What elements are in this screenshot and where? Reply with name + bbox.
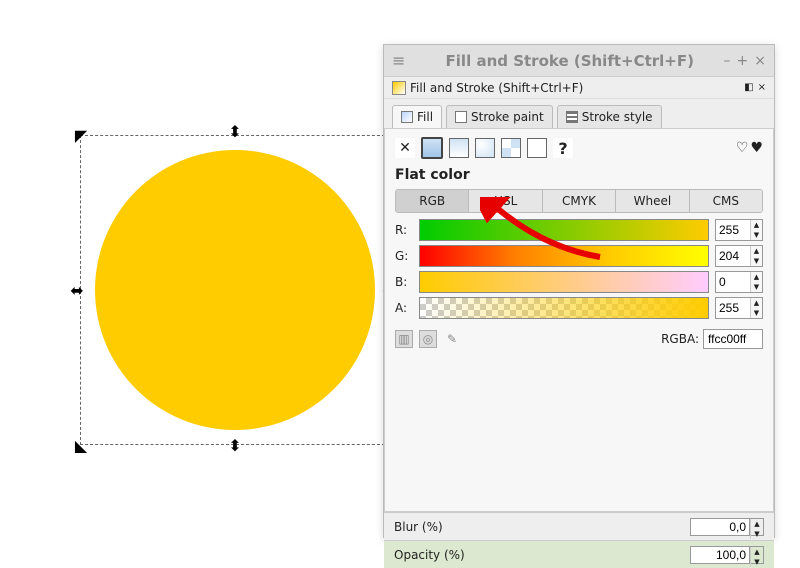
spin-a[interactable]: ▲▼ [715, 297, 763, 319]
stroke-paint-tab-icon [455, 111, 467, 123]
input-a[interactable] [716, 298, 750, 318]
tool-paint-bucket-icon[interactable]: ▥ [395, 330, 413, 348]
handle-sw[interactable]: ◣ [74, 438, 88, 452]
spin-a-down[interactable]: ▼ [750, 308, 762, 318]
spin-r[interactable]: ▲▼ [715, 219, 763, 241]
slider-r[interactable] [419, 219, 709, 241]
slider-b[interactable] [419, 271, 709, 293]
fill-rule-nonzero-icon[interactable]: ♥ [750, 140, 763, 156]
blur-label: Blur (%) [394, 520, 443, 534]
fill-stroke-dialog: ≡ Fill and Stroke (Shift+Ctrl+F) – + × F… [383, 44, 775, 538]
paint-radial-gradient-button[interactable] [475, 138, 495, 158]
rgba-label: RGBA: [661, 332, 699, 346]
spin-r-up[interactable]: ▲ [750, 220, 762, 230]
mode-hsl[interactable]: HSL [469, 190, 542, 212]
slider-b-label: B: [395, 275, 413, 289]
maximize-button[interactable]: + [737, 53, 749, 69]
paint-pattern-button[interactable] [501, 138, 521, 158]
paint-linear-gradient-button[interactable] [449, 138, 469, 158]
spin-b-up[interactable]: ▲ [750, 272, 762, 282]
opacity-label: Opacity (%) [394, 548, 465, 562]
spin-g[interactable]: ▲▼ [715, 245, 763, 267]
paint-none-button[interactable]: ✕ [395, 138, 415, 158]
slider-g-label: G: [395, 249, 413, 263]
spin-g-up[interactable]: ▲ [750, 246, 762, 256]
blur-input[interactable] [690, 518, 750, 536]
close-button[interactable]: × [754, 53, 766, 69]
rgba-input[interactable] [703, 329, 763, 349]
blur-row: Blur (%) ▲▼ [384, 512, 774, 540]
paint-swatch-button[interactable] [527, 138, 547, 158]
handle-nw[interactable]: ◤ [74, 128, 88, 142]
fill-rule-evenodd-icon[interactable]: ♡ [736, 140, 749, 156]
blur-down[interactable]: ▼ [750, 529, 763, 539]
input-b[interactable] [716, 272, 750, 292]
tab-stroke-paint[interactable]: Stroke paint [446, 105, 553, 128]
tab-row: Fill Stroke paint Stroke style [384, 99, 774, 128]
sub-title: Fill and Stroke (Shift+Ctrl+F) [410, 81, 583, 95]
slider-r-label: R: [395, 223, 413, 237]
slider-g[interactable] [419, 245, 709, 267]
opacity-up[interactable]: ▲ [750, 547, 763, 557]
opacity-input[interactable] [690, 546, 750, 564]
paint-unknown-button[interactable]: ? [553, 138, 573, 158]
input-r[interactable] [716, 220, 750, 240]
handle-n[interactable]: ⬍ [228, 124, 242, 138]
opacity-down[interactable]: ▼ [750, 557, 763, 567]
tab-stroke-style[interactable]: Stroke style [557, 105, 662, 128]
fill-panel: ✕ ? ♡ ♥ Flat color RGB HSL CMYK Wheel CM… [384, 128, 774, 512]
canvas-area: ◤ ⬍ ◥ ⬌ ⬌ ◣ ⬍ ◢ [20, 40, 380, 460]
spin-g-down[interactable]: ▼ [750, 256, 762, 266]
color-mode-row: RGB HSL CMYK Wheel CMS [395, 189, 763, 213]
paint-flat-button[interactable] [421, 137, 443, 159]
stroke-style-tab-icon [566, 111, 578, 123]
dialog-title: Fill and Stroke (Shift+Ctrl+F) [416, 52, 724, 70]
opacity-row: Opacity (%) ▲▼ [384, 540, 774, 568]
tool-eyedropper-icon[interactable]: ✎ [443, 330, 461, 348]
spin-r-down[interactable]: ▼ [750, 230, 762, 240]
spin-a-up[interactable]: ▲ [750, 298, 762, 308]
input-g[interactable] [716, 246, 750, 266]
handle-s[interactable]: ⬍ [228, 438, 242, 452]
detach-icon[interactable]: ◧ [744, 82, 753, 93]
close-panel-icon[interactable]: × [758, 82, 766, 93]
slider-a-label: A: [395, 301, 413, 315]
paint-type-row: ✕ ? ♡ ♥ [395, 137, 763, 159]
tool-swatch-icon[interactable]: ◎ [419, 330, 437, 348]
spin-b-down[interactable]: ▼ [750, 282, 762, 292]
mode-cms[interactable]: CMS [690, 190, 762, 212]
flat-color-label: Flat color [395, 167, 763, 183]
mode-cmyk[interactable]: CMYK [543, 190, 616, 212]
slider-a[interactable] [419, 297, 709, 319]
spin-b[interactable]: ▲▼ [715, 271, 763, 293]
mode-wheel[interactable]: Wheel [616, 190, 689, 212]
sub-header: Fill and Stroke (Shift+Ctrl+F) ◧ × [384, 77, 774, 99]
minimize-button[interactable]: – [724, 53, 731, 69]
tab-fill[interactable]: Fill [392, 105, 442, 128]
selected-circle[interactable] [95, 150, 375, 430]
menu-icon[interactable]: ≡ [392, 51, 408, 70]
titlebar[interactable]: ≡ Fill and Stroke (Shift+Ctrl+F) – + × [384, 45, 774, 77]
mode-rgb[interactable]: RGB [396, 190, 469, 212]
fill-tab-icon [401, 111, 413, 123]
fill-stroke-icon [392, 81, 406, 95]
handle-w[interactable]: ⬌ [70, 283, 84, 297]
blur-up[interactable]: ▲ [750, 519, 763, 529]
